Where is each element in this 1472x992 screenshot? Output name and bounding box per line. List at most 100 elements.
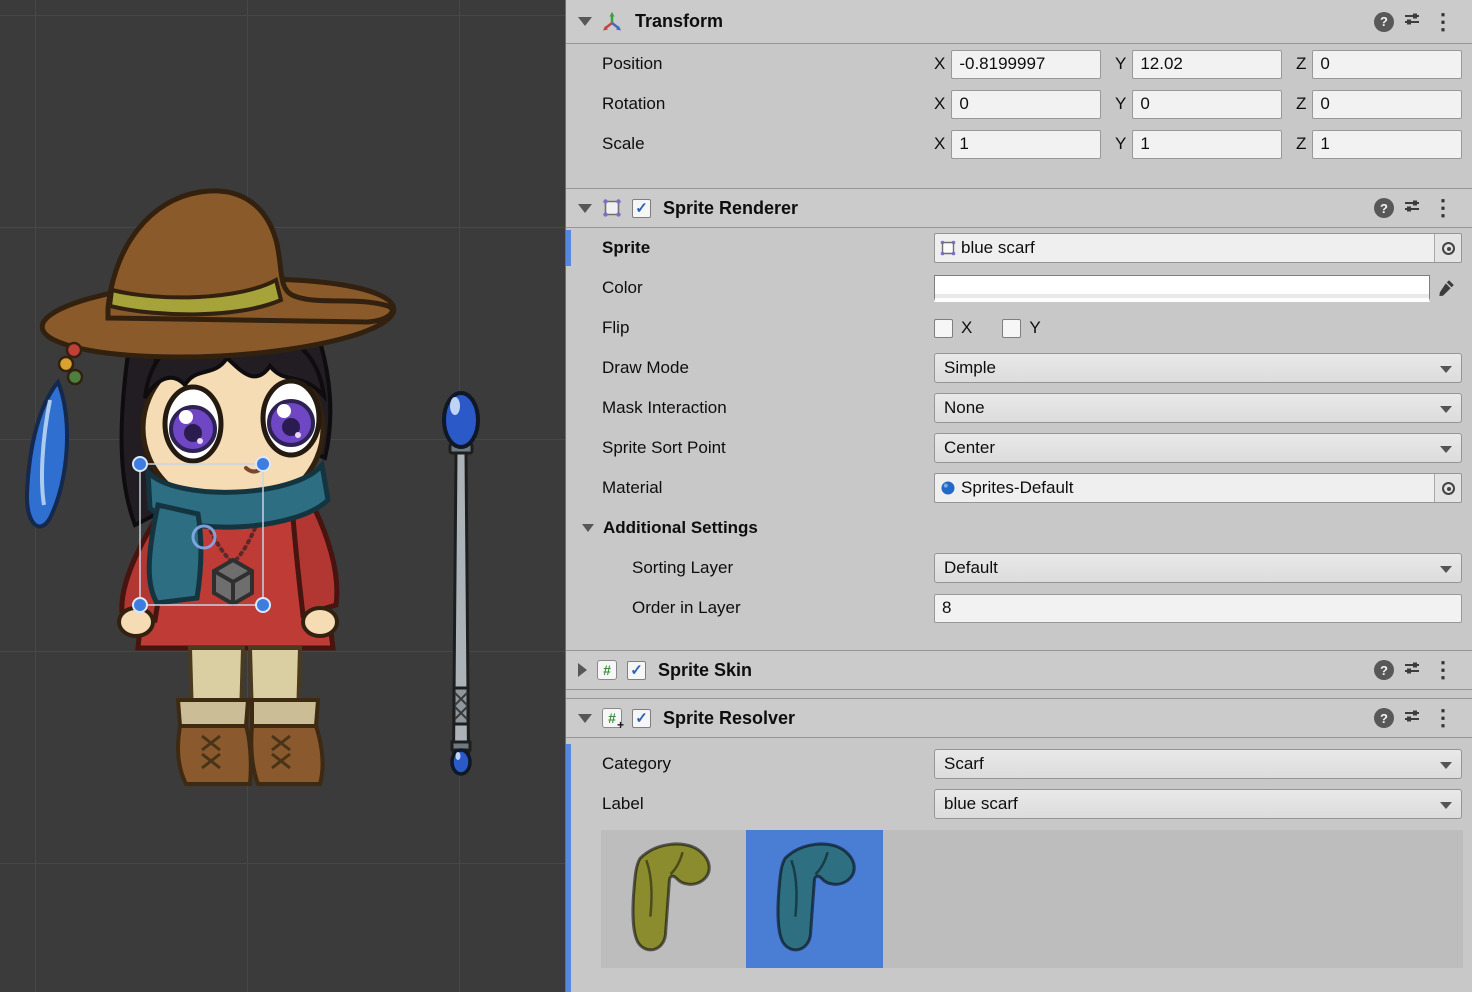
staff-sprite[interactable] [444,393,478,774]
mask-interaction-value: None [944,398,985,418]
prefab-override-bar [566,744,571,992]
help-icon[interactable]: ? [1374,12,1394,32]
scene-view[interactable] [0,0,565,992]
position-y-field[interactable] [1132,50,1282,79]
kebab-menu-icon[interactable]: ⋮ [1430,659,1456,681]
label-value: blue scarf [944,794,1018,814]
category-dropdown[interactable]: Scarf [934,749,1462,779]
sprite-label: Sprite [602,238,934,258]
order-in-layer-label: Order in Layer [632,598,934,618]
additional-settings-foldout[interactable]: Additional Settings [566,508,1472,548]
z-axis-label: Z [1296,94,1306,114]
sprite-sort-point-dropdown[interactable]: Center [934,433,1462,463]
position-x-field[interactable] [951,50,1101,79]
help-icon[interactable]: ? [1374,660,1394,680]
flip-x-label: X [961,318,972,338]
kebab-menu-icon[interactable]: ⋮ [1430,707,1456,729]
object-picker-icon[interactable] [1434,234,1461,262]
sprite-sort-point-row: Sprite Sort Point Center [566,428,1472,468]
additional-settings-label: Additional Settings [603,518,758,538]
prefab-override-bar [566,230,571,266]
foldout-arrow-icon[interactable] [578,17,592,26]
inspector-panel: Transform ? ⋮ Position X Y Z Rotation X [565,0,1472,992]
presets-icon[interactable] [1403,707,1421,730]
sorting-layer-label: Sorting Layer [632,558,934,578]
material-label: Material [602,478,934,498]
sprite-mini-icon [940,240,956,256]
foldout-arrow-icon[interactable] [578,204,592,213]
component-title: Sprite Resolver [663,708,795,729]
sorting-layer-dropdown[interactable]: Default [934,553,1462,583]
selection-handle[interactable] [256,598,270,612]
y-axis-label: Y [1115,54,1126,74]
draw-mode-dropdown[interactable]: Simple [934,353,1462,383]
character-sprite[interactable] [27,191,396,784]
label-dropdown[interactable]: blue scarf [934,789,1462,819]
object-picker-icon[interactable] [1434,474,1461,502]
component-enabled-checkbox[interactable] [632,709,651,728]
foldout-arrow-icon[interactable] [578,714,592,723]
foldout-arrow-icon[interactable] [578,663,587,677]
presets-icon[interactable] [1403,197,1421,220]
chevron-down-icon [1440,406,1452,413]
sprite-renderer-header: Sprite Renderer ? ⋮ [566,188,1472,228]
sorting-layer-value: Default [944,558,998,578]
material-object-field[interactable]: Sprites-Default [934,473,1462,503]
position-z-field[interactable] [1312,50,1462,79]
help-icon[interactable]: ? [1374,708,1394,728]
kebab-menu-icon[interactable]: ⋮ [1430,11,1456,33]
kebab-menu-icon[interactable]: ⋮ [1430,197,1456,219]
sprite-resolver-header: #+ Sprite Resolver ? ⋮ [566,698,1472,738]
sprite-sort-point-value: Center [944,438,995,458]
flip-y-checkbox[interactable] [1002,319,1021,338]
presets-icon[interactable] [1403,659,1421,682]
component-title: Sprite Renderer [663,198,798,219]
material-row: Material Sprites-Default [566,468,1472,508]
color-swatch[interactable] [934,275,1430,302]
selection-handle[interactable] [256,457,270,471]
chevron-down-icon [1440,446,1452,453]
sprite-renderer-icon [601,197,623,219]
scale-y-field[interactable] [1132,130,1282,159]
flip-y-label: Y [1029,318,1040,338]
sprite-object-field[interactable]: blue scarf [934,233,1462,263]
x-axis-label: X [934,134,945,154]
material-object-name: Sprites-Default [961,478,1434,498]
rotation-y-field[interactable] [1132,90,1282,119]
flip-x-checkbox[interactable] [934,319,953,338]
sprite-thumbnail-blue-scarf[interactable] [746,830,883,968]
sprite-thumbnail-green-scarf[interactable] [601,830,738,968]
rotation-x-field[interactable] [951,90,1101,119]
scale-x-field[interactable] [951,130,1101,159]
component-enabled-checkbox[interactable] [632,199,651,218]
scale-label: Scale [602,134,934,154]
rotation-label: Rotation [602,94,934,114]
selection-handle[interactable] [133,598,147,612]
material-sphere-icon [940,480,956,496]
draw-mode-value: Simple [944,358,996,378]
component-enabled-checkbox[interactable] [627,661,646,680]
mask-interaction-dropdown[interactable]: None [934,393,1462,423]
selection-handle[interactable] [133,457,147,471]
presets-icon[interactable] [1403,10,1421,33]
position-label: Position [602,54,934,74]
rotation-row: Rotation X Y Z [566,84,1472,124]
draw-mode-row: Draw Mode Simple [566,348,1472,388]
component-title: Transform [635,11,723,32]
order-in-layer-row: Order in Layer [566,588,1472,628]
flip-label: Flip [602,318,934,338]
order-in-layer-field[interactable] [934,594,1462,623]
scale-z-field[interactable] [1312,130,1462,159]
rotation-z-field[interactable] [1312,90,1462,119]
help-icon[interactable]: ? [1374,198,1394,218]
y-axis-label: Y [1115,134,1126,154]
sprite-row: Sprite blue scarf [566,228,1472,268]
transform-tool-icon [601,11,623,33]
sprite-object-name: blue scarf [961,238,1434,258]
chevron-down-icon [1440,802,1452,809]
y-axis-label: Y [1115,94,1126,114]
sprite-skin-header: # Sprite Skin ? ⋮ [566,650,1472,690]
x-axis-label: X [934,94,945,114]
sprite-sort-point-label: Sprite Sort Point [602,438,934,458]
eyedropper-icon[interactable] [1430,278,1462,298]
